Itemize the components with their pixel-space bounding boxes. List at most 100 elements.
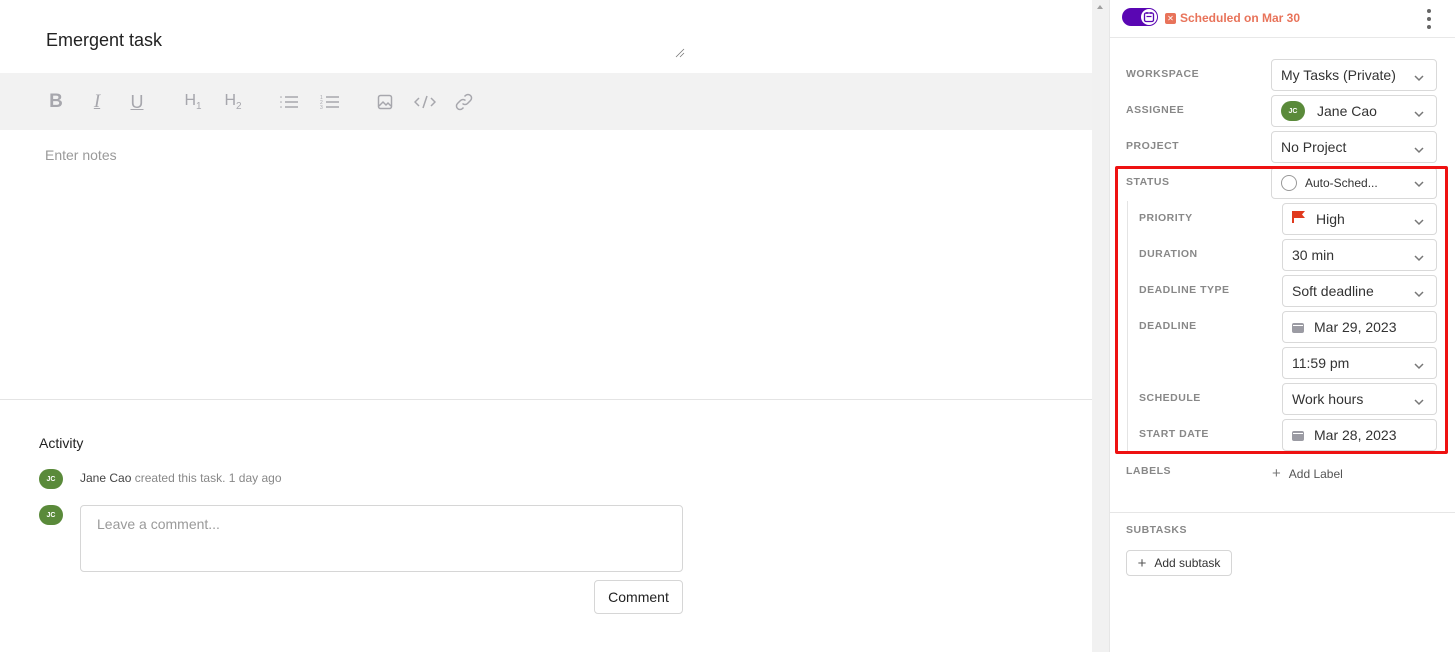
flag-icon — [1292, 211, 1305, 223]
assignee-avatar: JC — [1281, 101, 1305, 121]
link-button[interactable] — [454, 90, 474, 114]
bold-icon: B — [49, 91, 63, 112]
activity-entry: Jane Cao created this task. 1 day ago — [80, 471, 282, 485]
add-label-text: Add Label — [1288, 466, 1343, 481]
calendar-x-icon: ✕ — [1165, 12, 1176, 24]
comment-button[interactable]: Comment — [594, 580, 683, 614]
status-value: Auto-Sched... — [1305, 176, 1378, 190]
status-select[interactable]: Auto-Sched... — [1271, 167, 1437, 199]
code-icon — [414, 95, 436, 109]
resize-grip-icon[interactable] — [675, 48, 685, 58]
title-field[interactable]: Emergent task — [0, 0, 1092, 73]
underline-button[interactable]: U — [127, 90, 147, 114]
deadline-type-value: Soft deadline — [1292, 283, 1374, 299]
start-date-label: START DATE — [1139, 428, 1209, 440]
add-subtask-button[interactable]: + Add subtask — [1126, 550, 1232, 576]
deadline-type-select[interactable]: Soft deadline — [1282, 275, 1437, 307]
comment-input[interactable]: Leave a comment... — [80, 505, 683, 572]
notes-editor[interactable]: Enter notes — [45, 147, 117, 163]
task-title[interactable]: Emergent task — [46, 30, 162, 51]
activity-heading: Activity — [39, 435, 84, 451]
start-date-value: Mar 28, 2023 — [1314, 427, 1397, 443]
section-divider — [0, 399, 1092, 400]
italic-icon: I — [93, 91, 101, 112]
commenter-avatar: JC — [39, 505, 63, 525]
deadline-time-value: 11:59 pm — [1292, 355, 1350, 371]
formatting-toolbar: B I U H1 H2 123 — [0, 73, 1092, 130]
code-button[interactable] — [414, 90, 436, 114]
underline-icon: U — [130, 91, 144, 112]
add-subtask-text: Add subtask — [1154, 556, 1221, 570]
indent-guide — [1127, 201, 1128, 451]
deadline-date-value: Mar 29, 2023 — [1314, 319, 1397, 335]
workspace-value: My Tasks (Private) — [1281, 67, 1396, 83]
chevron-down-icon — [1414, 70, 1424, 82]
duration-value: 30 min — [1292, 247, 1335, 263]
plus-icon: + — [1272, 465, 1281, 482]
chevron-down-icon — [1414, 106, 1424, 118]
assignee-label: ASSIGNEE — [1126, 104, 1185, 116]
priority-select[interactable]: High — [1282, 203, 1437, 235]
project-label: PROJECT — [1126, 140, 1180, 152]
activity-actor: Jane Cao — [80, 471, 132, 485]
deadline-type-label: DEADLINE TYPE — [1139, 284, 1230, 296]
italic-button[interactable]: I — [87, 90, 107, 114]
image-button[interactable] — [376, 90, 394, 114]
scheduled-status[interactable]: ✕ Scheduled on Mar 30 — [1165, 11, 1300, 25]
numbered-list-icon: 123 — [320, 95, 339, 110]
priority-value: High — [1316, 211, 1345, 227]
link-icon — [455, 93, 473, 111]
chevron-down-icon — [1414, 286, 1424, 298]
activity-time: 1 day ago — [228, 471, 282, 485]
svg-text:3: 3 — [320, 105, 323, 110]
status-label: STATUS — [1126, 176, 1170, 188]
workspace-label: WORKSPACE — [1126, 68, 1200, 80]
project-select[interactable]: No Project — [1271, 131, 1437, 163]
numbered-list-button[interactable]: 123 — [320, 90, 340, 114]
workspace-select[interactable]: My Tasks (Private) — [1271, 59, 1437, 91]
duration-label: DURATION — [1139, 248, 1198, 260]
schedule-select[interactable]: Work hours — [1282, 383, 1437, 415]
heading-2-button[interactable]: H2 — [222, 90, 244, 114]
calendar-icon — [1141, 9, 1157, 25]
schedule-value: Work hours — [1292, 391, 1364, 407]
add-label-button[interactable]: + Add Label — [1272, 465, 1343, 482]
deadline-time-select[interactable]: 11:59 pm — [1282, 347, 1437, 379]
bold-button[interactable]: B — [46, 90, 66, 114]
heading-2-icon: H2 — [224, 91, 242, 113]
project-value: No Project — [1281, 139, 1347, 155]
heading-1-button[interactable]: H1 — [182, 90, 204, 114]
chevron-down-icon — [1414, 214, 1424, 226]
assignee-value: Jane Cao — [1317, 103, 1377, 119]
calendar-icon — [1292, 321, 1304, 333]
auto-schedule-toggle[interactable] — [1122, 8, 1158, 26]
heading-1-icon: H1 — [184, 91, 202, 113]
deadline-label: DEADLINE — [1139, 320, 1197, 332]
status-circle-icon — [1281, 175, 1297, 191]
start-date-picker[interactable]: Mar 28, 2023 — [1282, 419, 1437, 451]
bullet-list-button[interactable] — [279, 90, 299, 114]
notes-placeholder: Enter notes — [45, 147, 117, 163]
scroll-up-arrow-icon[interactable] — [1097, 5, 1103, 9]
chevron-down-icon — [1414, 394, 1424, 406]
chevron-down-icon — [1414, 358, 1424, 370]
avatar: JC — [39, 469, 63, 489]
chevron-down-icon — [1414, 178, 1424, 188]
labels-label: LABELS — [1126, 465, 1171, 477]
bullet-list-icon — [280, 96, 298, 108]
duration-select[interactable]: 30 min — [1282, 239, 1437, 271]
assignee-select[interactable]: JC Jane Cao — [1271, 95, 1437, 127]
task-properties-panel: ✕ Scheduled on Mar 30 WORKSPACE My Tasks… — [1110, 0, 1455, 652]
more-options-icon[interactable] — [1424, 9, 1434, 29]
scheduled-text: Scheduled on Mar 30 — [1180, 11, 1301, 25]
deadline-date-picker[interactable]: Mar 29, 2023 — [1282, 311, 1437, 343]
plus-icon: + — [1137, 554, 1147, 572]
panel-header: ✕ Scheduled on Mar 30 — [1110, 0, 1455, 38]
activity-action: created this task. — [134, 471, 226, 485]
panel-divider — [1110, 512, 1455, 513]
subtasks-label: SUBTASKS — [1126, 524, 1187, 536]
scrollbar[interactable] — [1092, 0, 1110, 652]
task-editor: Emergent task B I U H1 H2 1 2 3 Enter no… — [0, 0, 1092, 652]
schedule-label: SCHEDULE — [1139, 392, 1201, 404]
calendar-icon — [1292, 429, 1304, 441]
